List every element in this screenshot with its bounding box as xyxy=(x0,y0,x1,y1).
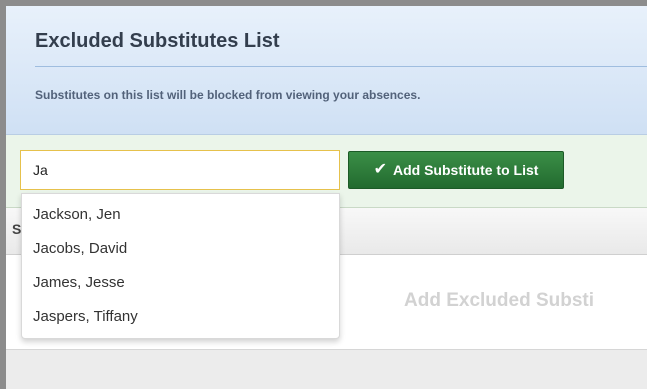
autocomplete-option[interactable]: Jackson, Jen xyxy=(22,198,339,232)
autocomplete-dropdown: Jackson, Jen Jacobs, David James, Jesse … xyxy=(21,193,340,339)
page-subtitle: Substitutes on this list will be blocked… xyxy=(35,88,421,102)
autocomplete-option[interactable]: Jaspers, Tiffany xyxy=(22,300,339,334)
page-title: Excluded Substitutes List xyxy=(35,30,280,52)
excluded-substitutes-panel: Excluded Substitutes List Substitutes on… xyxy=(0,0,647,389)
check-icon: ✔ xyxy=(373,161,387,178)
substitute-search-input[interactable] xyxy=(20,150,340,190)
panel-header: Excluded Substitutes List Substitutes on… xyxy=(6,6,647,135)
empty-state-message: Add Excluded Substi xyxy=(404,290,595,311)
header-divider xyxy=(35,66,647,67)
table-header-label: S xyxy=(12,221,22,237)
add-substitute-button[interactable]: ✔ Add Substitute to List xyxy=(348,151,564,189)
autocomplete-option[interactable]: James, Jesse xyxy=(22,266,339,300)
add-substitute-button-label: Add Substitute to List xyxy=(392,162,539,178)
autocomplete-option[interactable]: Jacobs, David xyxy=(22,232,339,266)
panel-footer xyxy=(6,350,647,389)
